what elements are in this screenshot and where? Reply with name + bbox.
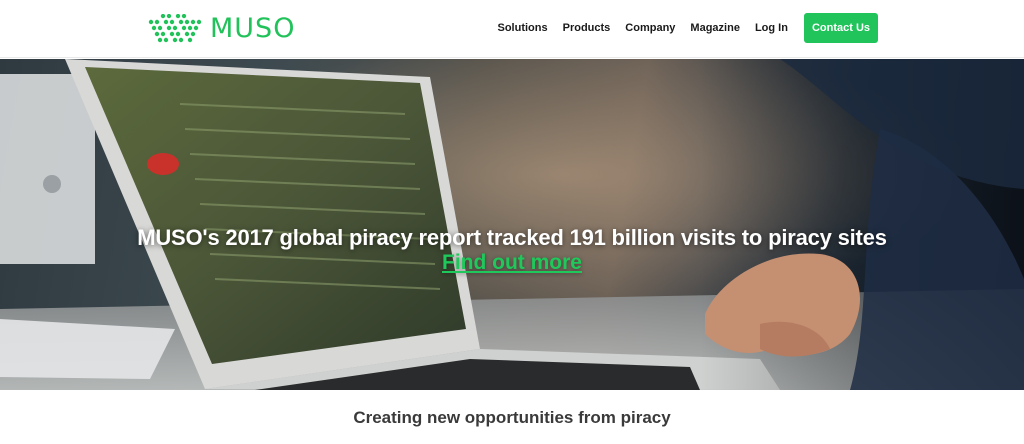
- hero-banner: MUSO's 2017 global piracy report tracked…: [0, 59, 1024, 390]
- nav-company[interactable]: Company: [625, 22, 675, 34]
- hero-link-wrapper: Find out more: [0, 251, 1024, 275]
- nav-login[interactable]: Log In: [755, 22, 788, 34]
- brand-name: MUSO: [210, 13, 296, 44]
- find-out-more-link[interactable]: Find out more: [442, 251, 582, 274]
- dotted-wave-logo-icon: [148, 14, 202, 43]
- hero-headline: MUSO's 2017 global piracy report tracked…: [137, 225, 887, 250]
- nav-solutions[interactable]: Solutions: [498, 22, 548, 34]
- site-header: MUSO Solutions Products Company Magazine…: [0, 0, 1024, 58]
- contact-us-button[interactable]: Contact Us: [803, 13, 878, 43]
- nav-magazine[interactable]: Magazine: [690, 22, 740, 34]
- section-title: Creating new opportunities from piracy: [353, 408, 671, 427]
- main-nav: Solutions Products Company Magazine Log …: [483, 13, 878, 43]
- nav-products[interactable]: Products: [563, 22, 611, 34]
- brand-logo[interactable]: MUSO: [148, 13, 295, 45]
